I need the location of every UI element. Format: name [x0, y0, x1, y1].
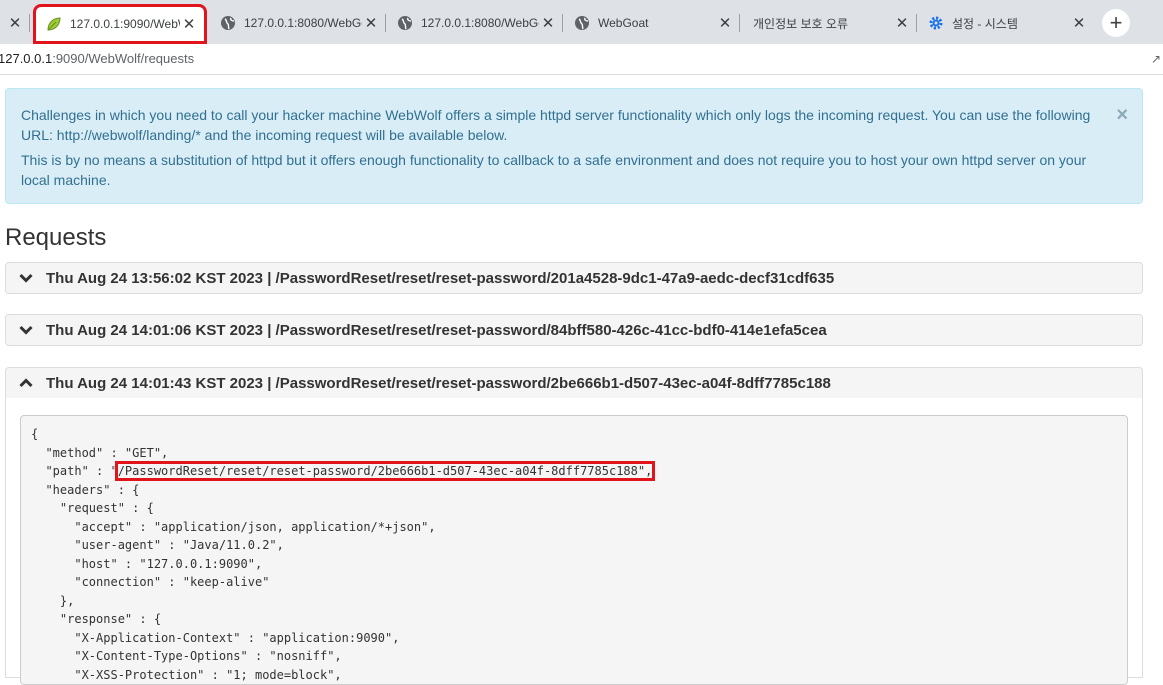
- open-external-icon[interactable]: ↗: [1151, 52, 1161, 66]
- new-tab-button[interactable]: +: [1102, 9, 1130, 37]
- close-icon[interactable]: ✕: [893, 14, 911, 32]
- url-path: :9090/WebWolf/requests: [52, 51, 195, 66]
- globe-icon: [221, 16, 235, 30]
- tab-strip: ✕ 127.0.0.1:9090/WebWolf ✕ 127.0.0.1:808…: [0, 0, 1163, 44]
- request-panel-header[interactable]: Thu Aug 24 14:01:06 KST 2023 | /Password…: [5, 314, 1143, 346]
- chevron-up-icon[interactable]: [6, 378, 46, 388]
- close-icon[interactable]: ✕: [362, 14, 380, 32]
- alert-paragraph-2: This is by no means a substitution of ht…: [21, 152, 1087, 188]
- url-host: 127.0.0.1: [0, 51, 53, 66]
- tab-settings[interactable]: 설정 - 시스템 ✕: [918, 8, 1094, 38]
- chevron-down-icon[interactable]: [6, 325, 46, 335]
- request-label: Thu Aug 24 14:01:43 KST 2023 | /Password…: [46, 374, 831, 392]
- request-panel-header[interactable]: Thu Aug 24 13:56:02 KST 2023 | /Password…: [5, 262, 1143, 294]
- leaf-icon: [47, 17, 61, 31]
- tab-title: WebGoat: [598, 16, 649, 30]
- url-text: 127.0.0.1:9090/WebWolf/requests: [0, 51, 194, 66]
- close-icon[interactable]: ✕: [1070, 14, 1088, 32]
- tab-title: 개인정보 보호 오류: [753, 16, 848, 31]
- close-icon[interactable]: ✕: [6, 14, 24, 32]
- tab-webgoat-3[interactable]: WebGoat ✕: [564, 8, 740, 38]
- close-icon[interactable]: ✕: [180, 15, 198, 33]
- alert-close-button[interactable]: ×: [1116, 105, 1128, 125]
- alert-paragraph-1: Challenges in which you need to call you…: [21, 107, 1091, 143]
- request-panel-header[interactable]: Thu Aug 24 14:01:43 KST 2023 | /Password…: [5, 367, 1143, 399]
- tab-title: 127.0.0.1:8080/WebGoat: [244, 16, 362, 30]
- address-bar[interactable]: 127.0.0.1:9090/WebWolf/requests ↗: [0, 44, 1163, 75]
- request-label: Thu Aug 24 14:01:06 KST 2023 | /Password…: [46, 321, 827, 339]
- tab-title: 설정 - 시스템: [952, 16, 1018, 31]
- globe-icon: [575, 16, 589, 30]
- chevron-down-icon[interactable]: [6, 273, 46, 283]
- tab-webwolf[interactable]: 127.0.0.1:9090/WebWolf ✕: [33, 4, 207, 44]
- tab-webgoat-1[interactable]: 127.0.0.1:8080/WebGoat ✕: [210, 8, 386, 38]
- tab-title: 127.0.0.1:8080/WebGoat: [421, 16, 539, 30]
- globe-icon: [398, 16, 412, 30]
- tab-title: 127.0.0.1:9090/WebWolf: [70, 17, 180, 31]
- tab-partial[interactable]: ✕: [0, 8, 30, 38]
- tab-webgoat-2[interactable]: 127.0.0.1:8080/WebGoat ✕: [387, 8, 563, 38]
- close-icon[interactable]: ✕: [539, 14, 557, 32]
- gear-icon: [929, 16, 943, 30]
- request-json: { "method" : "GET", "path" : "/PasswordR…: [20, 415, 1128, 685]
- info-alert: Challenges in which you need to call you…: [5, 88, 1143, 204]
- close-icon[interactable]: ✕: [716, 14, 734, 32]
- highlighted-path: /PasswordReset/reset/reset-password/2be6…: [114, 461, 656, 481]
- page-title: Requests: [5, 224, 107, 251]
- tab-privacy-error[interactable]: 개인정보 보호 오류 ✕: [741, 8, 917, 38]
- request-label: Thu Aug 24 13:56:02 KST 2023 | /Password…: [46, 269, 835, 287]
